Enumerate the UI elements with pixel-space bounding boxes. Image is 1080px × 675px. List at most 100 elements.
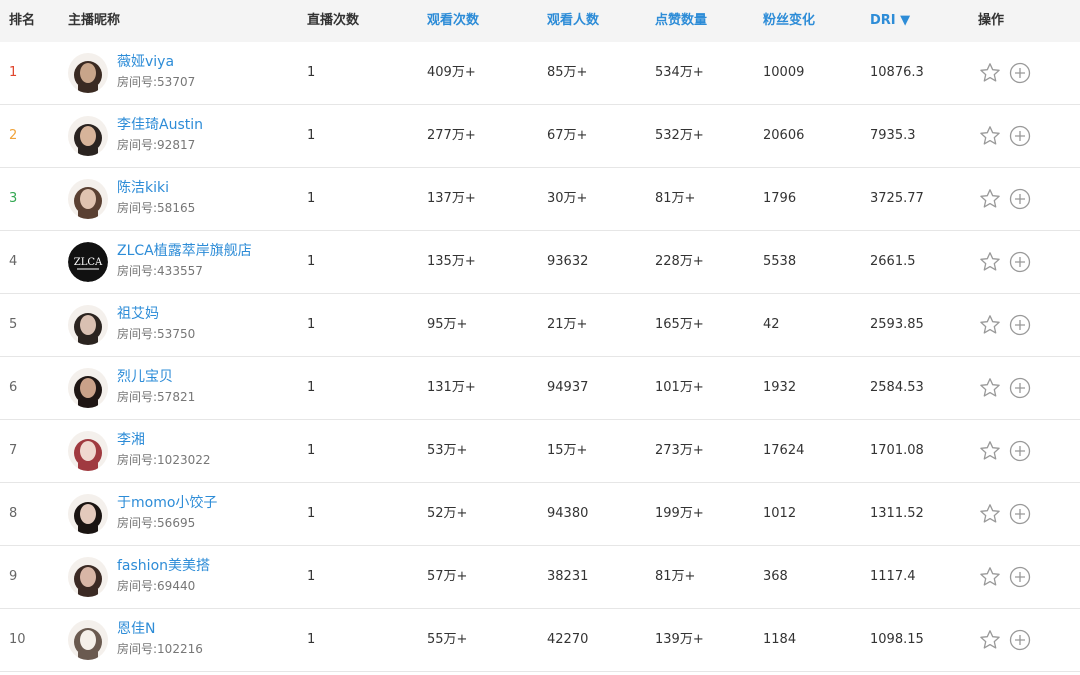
likes-value: 139万+ [655, 632, 704, 647]
room-number: 房间号:57821 [117, 390, 196, 404]
live-count-value: 1 [307, 65, 316, 80]
live-count-value: 1 [307, 380, 316, 395]
streamer-name-link[interactable]: 薇娅viya [117, 53, 195, 71]
plus-circle-icon[interactable] [1008, 313, 1032, 337]
dri-value: 2593.85 [870, 317, 924, 332]
header-likes-sort[interactable]: 点赞数量 [655, 0, 707, 42]
room-number: 房间号:53707 [117, 75, 196, 89]
table-row: 3 陈洁kiki 房间号:58165 1 137万+ 30万+ 81万+ 179… [0, 168, 1080, 231]
table-row: 8 于momo小饺子 房间号:56695 1 52万+ 94380 199万+ … [0, 483, 1080, 546]
plus-circle-icon[interactable] [1008, 61, 1032, 85]
avatar[interactable] [68, 431, 108, 471]
avatar[interactable] [68, 620, 108, 660]
plus-circle-icon[interactable] [1008, 439, 1032, 463]
streamer-name-link[interactable]: 于momo小饺子 [117, 494, 217, 512]
avatar[interactable] [68, 368, 108, 408]
fans-change-value: 10009 [763, 65, 805, 80]
plus-circle-icon[interactable] [1008, 124, 1032, 148]
avatar[interactable] [68, 116, 108, 156]
streamer-name-link[interactable]: 烈儿宝贝 [117, 368, 195, 386]
streamer-name-link[interactable]: fashion美美搭 [117, 557, 210, 575]
room-number: 房间号:102216 [117, 642, 203, 656]
star-icon[interactable] [978, 187, 1002, 211]
likes-value: 81万+ [655, 569, 696, 584]
viewers-value: 30万+ [547, 191, 588, 206]
likes-value: 532万+ [655, 128, 704, 143]
table-row: 10 恩佳N 房间号:102216 1 55万+ 42270 139万+ 118… [0, 609, 1080, 672]
star-icon[interactable] [978, 250, 1002, 274]
streamer-info: 李湘 房间号:1023022 [117, 431, 211, 469]
live-count-value: 1 [307, 191, 316, 206]
streamer-ranking-table: 排名 主播昵称 直播次数 观看次数 观看人数 点赞数量 粉丝变化 DRI ▼ 操… [0, 0, 1080, 672]
likes-value: 228万+ [655, 254, 704, 269]
rank-number: 1 [9, 65, 18, 80]
avatar[interactable]: ZLCA [68, 242, 108, 282]
dri-value: 1117.4 [870, 569, 916, 584]
streamer-name-link[interactable]: 恩佳N [117, 620, 203, 638]
row-actions [978, 439, 1032, 463]
row-actions [978, 313, 1032, 337]
dri-value: 2661.5 [870, 254, 916, 269]
avatar[interactable] [68, 494, 108, 534]
viewers-value: 94380 [547, 506, 589, 521]
table-row: 5 祖艾妈 房间号:53750 1 95万+ 21万+ 165万+ 42 259… [0, 294, 1080, 357]
fans-change-value: 1796 [763, 191, 797, 206]
views-value: 95万+ [427, 317, 468, 332]
header-name: 主播昵称 [68, 13, 121, 28]
dri-value: 1311.52 [870, 506, 924, 521]
star-icon[interactable] [978, 628, 1002, 652]
likes-value: 273万+ [655, 443, 704, 458]
plus-circle-icon[interactable] [1008, 187, 1032, 211]
plus-circle-icon[interactable] [1008, 376, 1032, 400]
avatar[interactable] [68, 305, 108, 345]
avatar[interactable] [68, 179, 108, 219]
header-viewers-sort[interactable]: 观看人数 [547, 0, 599, 42]
streamer-name-link[interactable]: 李湘 [117, 431, 211, 449]
streamer-name-link[interactable]: 李佳琦Austin [117, 116, 203, 134]
star-icon[interactable] [978, 439, 1002, 463]
row-actions [978, 187, 1032, 211]
row-actions [978, 124, 1032, 148]
header-views-sort[interactable]: 观看次数 [427, 0, 479, 42]
streamer-info: 薇娅viya 房间号:53707 [117, 53, 195, 91]
streamer-info: 陈洁kiki 房间号:58165 [117, 179, 195, 217]
avatar[interactable] [68, 53, 108, 93]
header-rank: 排名 [9, 13, 36, 28]
star-icon[interactable] [978, 313, 1002, 337]
plus-circle-icon[interactable] [1008, 250, 1032, 274]
plus-circle-icon[interactable] [1008, 565, 1032, 589]
views-value: 135万+ [427, 254, 476, 269]
avatar[interactable] [68, 557, 108, 597]
plus-circle-icon[interactable] [1008, 502, 1032, 526]
plus-circle-icon[interactable] [1008, 628, 1032, 652]
streamer-name-link[interactable]: 祖艾妈 [117, 305, 195, 323]
dri-value: 3725.77 [870, 191, 924, 206]
streamer-name-link[interactable]: ZLCA植露萃岸旗舰店 [117, 242, 252, 260]
fans-change-value: 368 [763, 569, 788, 584]
fans-change-value: 5538 [763, 254, 797, 269]
rank-number: 10 [9, 632, 26, 647]
star-icon[interactable] [978, 376, 1002, 400]
views-value: 277万+ [427, 128, 476, 143]
header-dri-sort[interactable]: DRI ▼ [870, 0, 910, 42]
rank-number: 3 [9, 191, 18, 206]
live-count-value: 1 [307, 254, 316, 269]
room-number: 房间号:1023022 [117, 453, 211, 467]
star-icon[interactable] [978, 565, 1002, 589]
row-actions [978, 250, 1032, 274]
fans-change-value: 20606 [763, 128, 805, 143]
live-count-value: 1 [307, 443, 316, 458]
star-icon[interactable] [978, 124, 1002, 148]
star-icon[interactable] [978, 502, 1002, 526]
header-fans-change-sort[interactable]: 粉丝变化 [763, 0, 815, 42]
star-icon[interactable] [978, 61, 1002, 85]
table-row: 9 fashion美美搭 房间号:69440 1 57万+ 38231 81万+… [0, 546, 1080, 609]
rank-number: 5 [9, 317, 18, 332]
svg-text:ZLCA: ZLCA [74, 257, 103, 268]
fans-change-value: 42 [763, 317, 780, 332]
live-count-value: 1 [307, 506, 316, 521]
table-row: 4 ZLCA ZLCA植露萃岸旗舰店 房间号:433557 1 135万+ 93… [0, 231, 1080, 294]
rank-number: 8 [9, 506, 18, 521]
streamer-name-link[interactable]: 陈洁kiki [117, 179, 195, 197]
room-number: 房间号:56695 [117, 516, 196, 530]
